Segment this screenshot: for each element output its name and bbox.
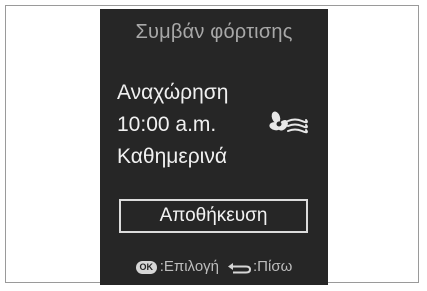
departure-label: Αναχώρηση bbox=[117, 81, 229, 104]
departure-time: 10:00 a.m. bbox=[117, 113, 217, 136]
repeat-schedule: Καθημερινά bbox=[117, 145, 227, 168]
charging-event-details: Αναχώρηση 10:00 a.m. Καθημερινά bbox=[117, 77, 228, 173]
save-button[interactable]: Αποθήκευση bbox=[119, 199, 308, 233]
back-arrow-icon bbox=[228, 262, 251, 274]
fan-airflow-icon bbox=[269, 111, 308, 134]
screen-title: Συμβάν φόρτισης bbox=[135, 21, 293, 43]
ok-hint-label: :Επιλογή bbox=[159, 258, 219, 275]
footer-hints: OK:Επιλογή :Πίσω bbox=[100, 258, 328, 275]
back-hint-label: :Πίσω bbox=[253, 258, 293, 275]
ok-button-icon: OK bbox=[135, 260, 157, 274]
display-screen: Συμβάν φόρτισης Αναχώρηση 10:00 a.m. Καθ… bbox=[100, 9, 328, 285]
